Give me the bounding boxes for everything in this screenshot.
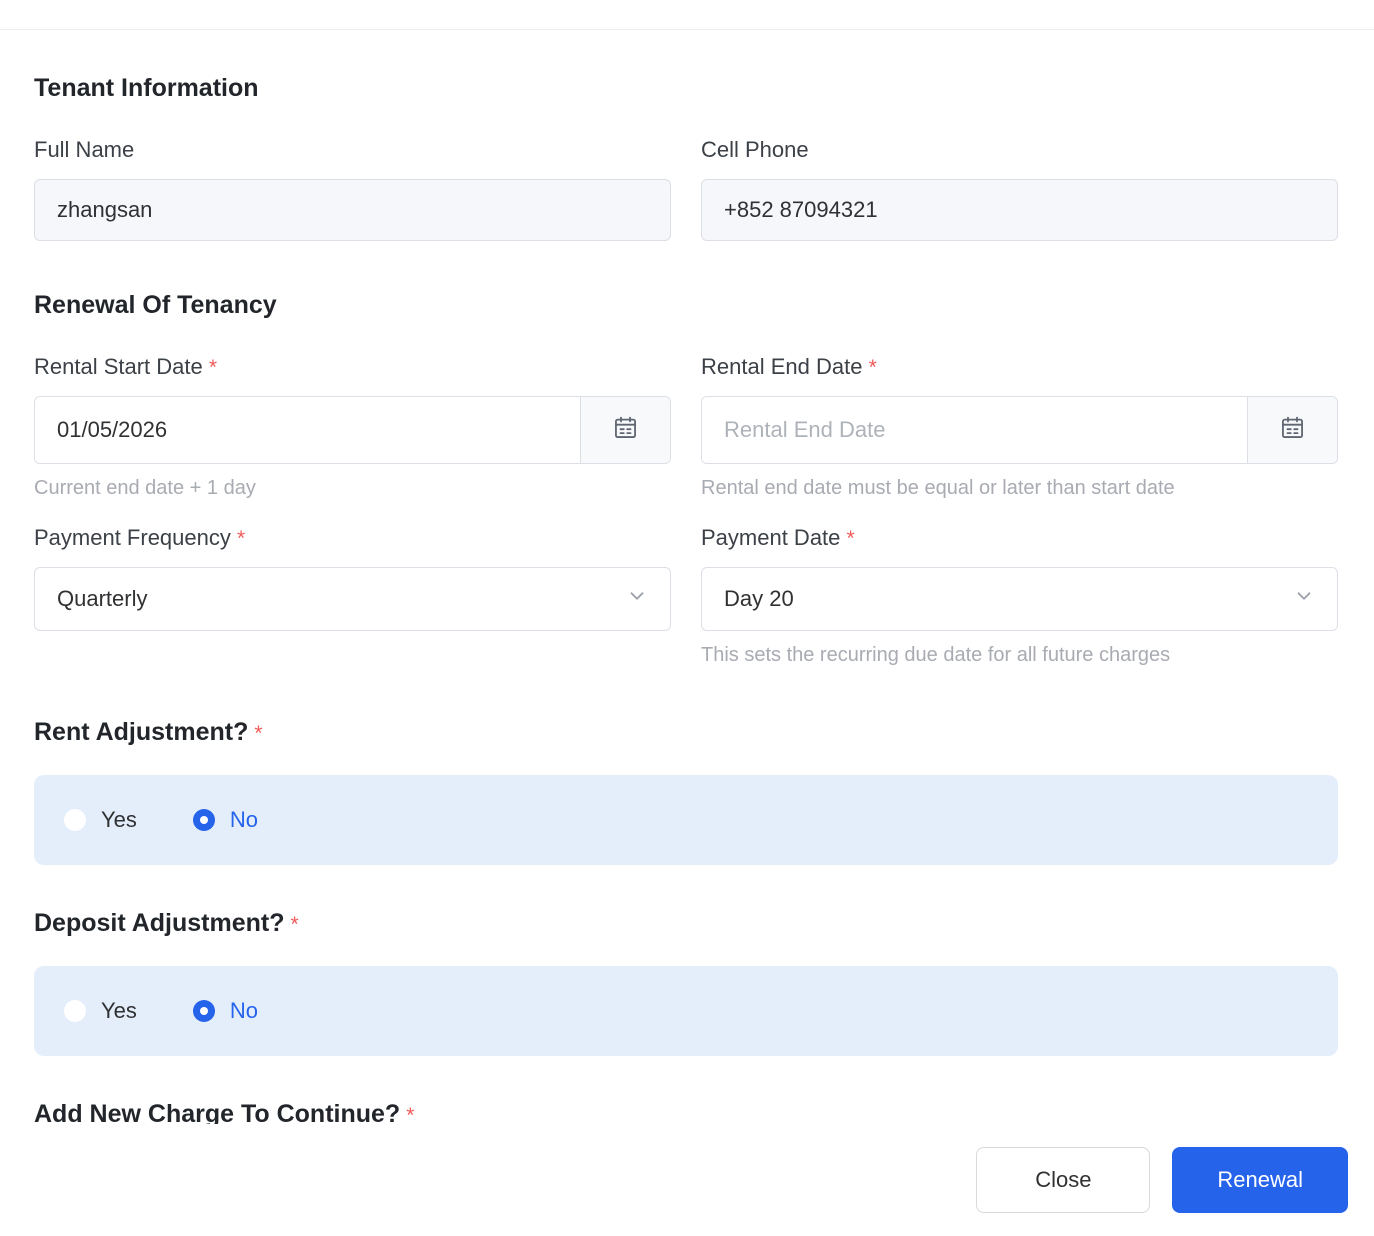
rental-end-date-field: Rental End Date *: [701, 354, 1338, 501]
payment-date-value: Day 20: [724, 586, 794, 612]
payment-frequency-helper: [34, 644, 671, 668]
required-asterisk: *: [290, 913, 298, 936]
payment-frequency-label-text: Payment Frequency: [34, 525, 231, 550]
rent-adjustment-no-option[interactable]: No: [193, 807, 258, 833]
required-asterisk: *: [209, 356, 217, 379]
modal-footer: Close Renewal: [0, 1124, 1374, 1236]
full-name-label: Full Name: [34, 137, 671, 163]
radio-icon: [64, 809, 86, 831]
rental-end-date-input[interactable]: [702, 397, 1247, 463]
deposit-adjustment-radio-group: Yes No: [34, 966, 1338, 1056]
required-asterisk: *: [254, 722, 262, 745]
rental-end-date-label-text: Rental End Date: [701, 354, 862, 379]
payment-date-label: Payment Date *: [701, 525, 1338, 551]
calendar-icon: [612, 414, 639, 446]
rental-start-date-input[interactable]: [35, 397, 580, 463]
deposit-adjustment-no-label: No: [230, 998, 258, 1024]
full-name-input[interactable]: [34, 179, 671, 241]
radio-icon: [193, 809, 215, 831]
rent-adjustment-yes-option[interactable]: Yes: [64, 807, 137, 833]
rental-end-date-picker-button[interactable]: [1247, 397, 1337, 463]
rent-adjustment-yes-label: Yes: [101, 807, 137, 833]
rental-end-date-group: [701, 396, 1338, 464]
payment-frequency-field: Payment Frequency * Quarterly: [34, 525, 671, 668]
payment-frequency-label: Payment Frequency *: [34, 525, 671, 551]
chevron-down-icon: [626, 585, 648, 613]
rental-start-date-helper: Current end date + 1 day: [34, 477, 671, 501]
full-name-field: Full Name: [34, 137, 671, 241]
rental-end-date-helper: Rental end date must be equal or later t…: [701, 477, 1338, 501]
rent-adjustment-heading: Rent Adjustment? *: [34, 718, 1338, 747]
deposit-adjustment-heading-text: Deposit Adjustment?: [34, 909, 284, 937]
renewal-button[interactable]: Renewal: [1172, 1147, 1348, 1213]
deposit-adjustment-yes-option[interactable]: Yes: [64, 998, 137, 1024]
rent-adjustment-heading-text: Rent Adjustment?: [34, 718, 248, 746]
payment-date-field: Payment Date * Day 20 This sets the recu…: [701, 525, 1338, 668]
chevron-down-icon: [1293, 585, 1315, 613]
rental-start-date-label-text: Rental Start Date: [34, 354, 203, 379]
modal-body: Tenant Information Full Name Cell Phone …: [0, 30, 1374, 1236]
modal-top-divider: [0, 0, 1374, 30]
renewal-of-tenancy-heading: Renewal Of Tenancy: [34, 291, 1338, 320]
payment-frequency-value: Quarterly: [57, 586, 147, 612]
payment-row: Payment Frequency * Quarterly Payment Da…: [34, 525, 1338, 668]
rental-start-date-picker-button[interactable]: [580, 397, 670, 463]
radio-icon: [193, 1000, 215, 1022]
rent-adjustment-radio-group: Yes No: [34, 775, 1338, 865]
rental-start-date-group: [34, 396, 671, 464]
cell-phone-input[interactable]: [701, 179, 1338, 241]
required-asterisk: *: [237, 527, 245, 550]
required-asterisk: *: [847, 527, 855, 550]
radio-icon: [64, 1000, 86, 1022]
rent-adjustment-no-label: No: [230, 807, 258, 833]
rental-start-date-label: Rental Start Date *: [34, 354, 671, 380]
tenant-info-row: Full Name Cell Phone: [34, 137, 1338, 241]
rental-end-date-label: Rental End Date *: [701, 354, 1338, 380]
payment-date-label-text: Payment Date: [701, 525, 840, 550]
cell-phone-label: Cell Phone: [701, 137, 1338, 163]
close-button[interactable]: Close: [976, 1147, 1150, 1213]
deposit-adjustment-heading: Deposit Adjustment? *: [34, 909, 1338, 938]
payment-date-select[interactable]: Day 20: [701, 567, 1338, 631]
deposit-adjustment-yes-label: Yes: [101, 998, 137, 1024]
tenant-information-heading: Tenant Information: [34, 74, 1338, 103]
cell-phone-field: Cell Phone: [701, 137, 1338, 241]
payment-frequency-select[interactable]: Quarterly: [34, 567, 671, 631]
required-asterisk: *: [869, 356, 877, 379]
renewal-modal: Tenant Information Full Name Cell Phone …: [0, 0, 1374, 1236]
payment-date-helper: This sets the recurring due date for all…: [701, 644, 1338, 668]
calendar-icon: [1279, 414, 1306, 446]
rental-dates-row: Rental Start Date *: [34, 354, 1338, 501]
rental-start-date-field: Rental Start Date *: [34, 354, 671, 501]
deposit-adjustment-no-option[interactable]: No: [193, 998, 258, 1024]
